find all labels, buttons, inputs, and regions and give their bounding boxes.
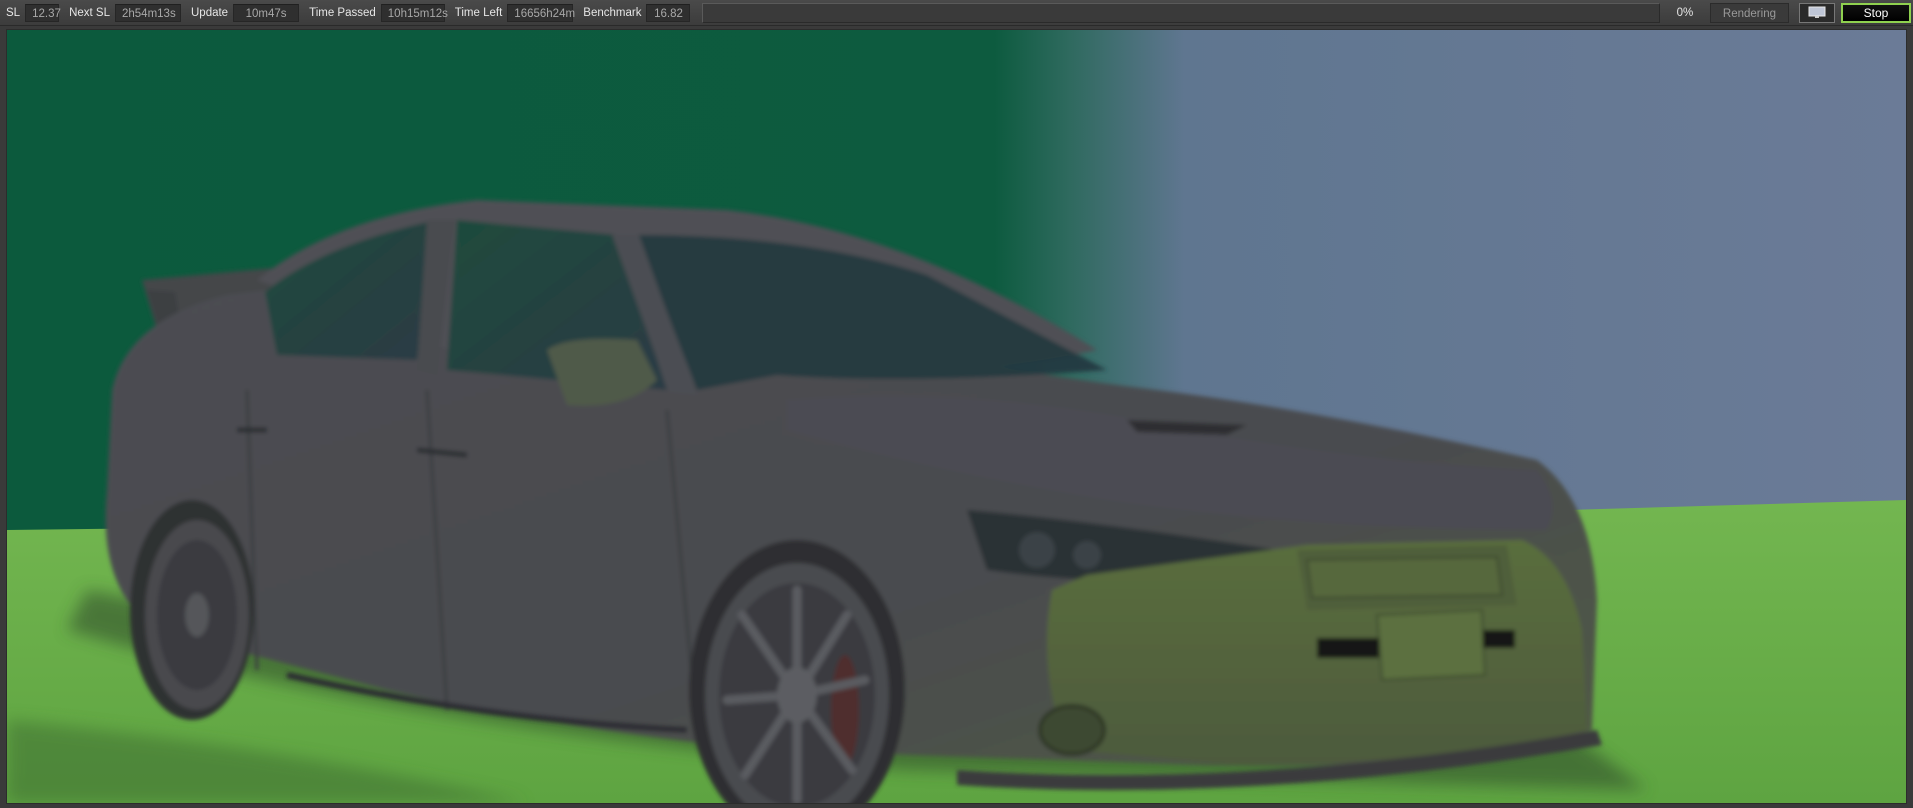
monitor-icon (1808, 6, 1826, 18)
stop-button[interactable]: Stop (1841, 2, 1911, 23)
stat-label: Time Left (454, 6, 503, 19)
render-image (7, 30, 1906, 803)
stat-value: 10h15m12s (380, 3, 448, 22)
stat-label: SL (6, 6, 21, 19)
stat-next-sl: Next SL 2h54m13s (65, 3, 181, 22)
stat-value: 16.82 (646, 3, 691, 22)
stat-update: Update 10m47s (187, 3, 300, 22)
stat-value: 12.37 (25, 3, 61, 22)
stat-label: Update (191, 6, 229, 19)
render-status: Rendering (1709, 2, 1789, 23)
display-button[interactable] (1799, 2, 1835, 23)
progress-percent: 0% (1676, 6, 1694, 19)
render-viewport[interactable] (6, 29, 1907, 804)
render-progress-bar (702, 2, 1660, 23)
stat-value: 2h54m13s (115, 3, 181, 22)
stat-time-passed: Time Passed 10h15m12s (305, 3, 448, 22)
stat-benchmark: Benchmark 16.82 (579, 3, 691, 22)
stat-label: Time Passed (309, 6, 376, 19)
stat-label: Next SL (69, 6, 110, 19)
stat-value: 10m47s (233, 3, 300, 22)
stat-time-left: Time Left 16656h24m (451, 3, 575, 22)
stat-label: Benchmark (583, 6, 642, 19)
render-toolbar: SL 12.37 Next SL 2h54m13s Update 10m47s … (0, 0, 1913, 26)
stat-sl: SL 12.37 (2, 3, 61, 22)
stat-value: 16656h24m (507, 3, 575, 22)
